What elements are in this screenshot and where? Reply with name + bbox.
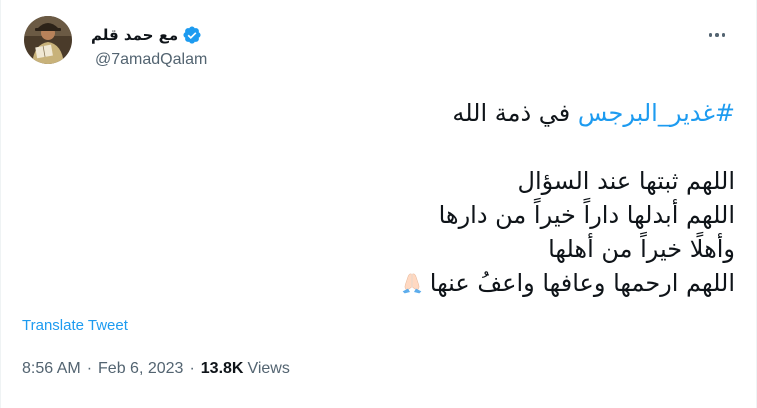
tweet-line-5-text: اللهم ارحمها وعافها واعفُ عنها xyxy=(429,269,735,297)
hashtag-link[interactable]: #غدير_البرجس xyxy=(578,99,735,127)
views-count: 13.8K xyxy=(200,360,244,377)
folded-hands-icon xyxy=(402,273,422,294)
left-border xyxy=(0,0,1,408)
display-name[interactable]: مع حمد قلم xyxy=(91,26,178,44)
meta-separator: · xyxy=(189,360,195,377)
tweet-line-3: اللهم أبدلها داراً خيراً من دارها xyxy=(438,201,735,229)
meta-separator: · xyxy=(86,360,93,377)
dot-icon xyxy=(708,33,713,37)
dot-icon xyxy=(715,33,719,37)
tweet-line-5: اللهم ارحمها وعافها واعفُ عنها xyxy=(400,266,735,300)
tweet-meta: 8:56 AM · Feb 6, 2023 · 13.8K Views xyxy=(22,360,290,378)
tweet-line-4: وأهلًا خيراً من أهلها xyxy=(548,235,735,263)
avatar[interactable] xyxy=(24,16,72,64)
tweet-line-1: #غدير_البرجس في ذمة الله xyxy=(400,96,735,130)
tweet-text: #غدير_البرجس في ذمة الله اللهم ثبتها عند… xyxy=(400,96,735,300)
tweet-line-1-text: في ذمة الله xyxy=(452,99,578,127)
dot-icon xyxy=(721,33,726,37)
tweet-time[interactable]: 8:56 AM xyxy=(22,360,81,378)
tweet-date[interactable]: Feb 6, 2023 xyxy=(98,360,183,378)
more-options-button[interactable] xyxy=(700,20,734,50)
tweet-line-2: اللهم ثبتها عند السؤال xyxy=(517,167,735,195)
translate-tweet-link[interactable]: Translate Tweet xyxy=(22,317,128,334)
author-handle[interactable]: @7amadQalam xyxy=(95,51,207,69)
author-name-row[interactable]: مع حمد قلم xyxy=(91,24,202,46)
avatar-image xyxy=(24,16,72,64)
views-label: Views xyxy=(247,360,290,377)
verified-badge-icon xyxy=(183,26,201,44)
